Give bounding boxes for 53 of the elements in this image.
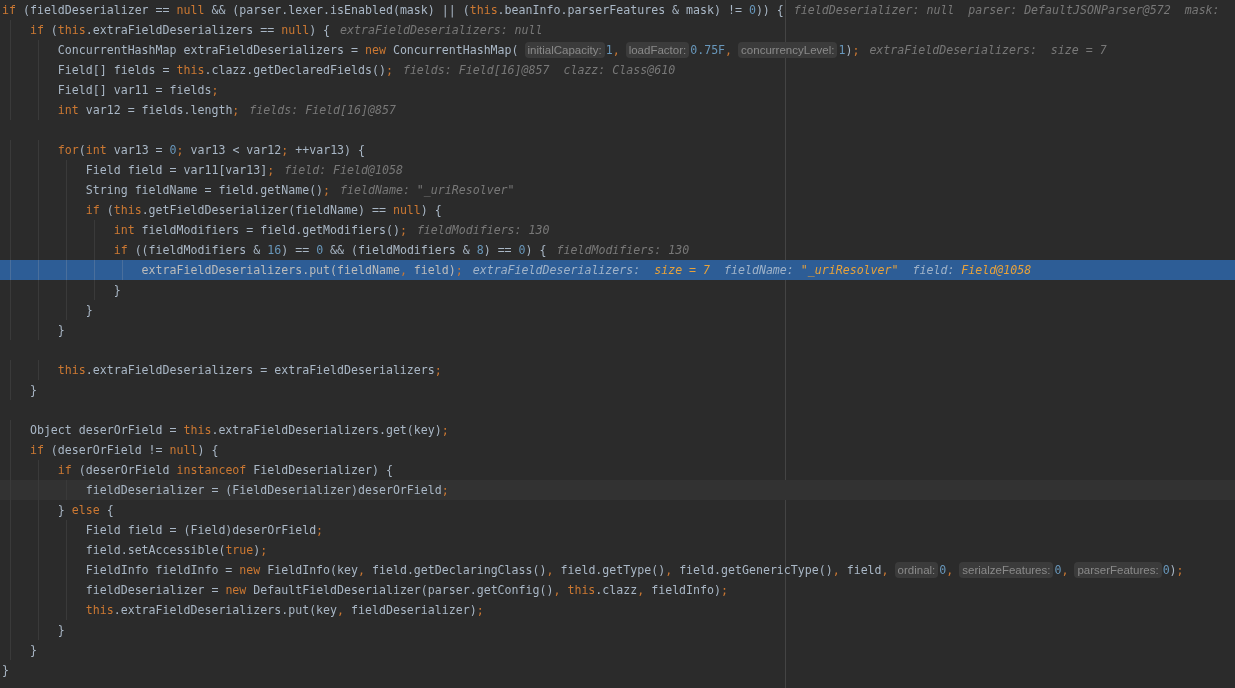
debug-value: field: Field@1058 bbox=[284, 162, 403, 179]
parameter-hint: parserFeatures: bbox=[1074, 562, 1162, 578]
code-text: Object deserOrField = this.extraFieldDeserializers.get(key); bbox=[29, 422, 449, 439]
code-text: fieldDeserializer = (FieldDeserializer)deserOrField; bbox=[85, 482, 449, 499]
code-text: fieldDeserializer = new DefaultFieldDeserializer(parser.getConfig(), this.clazz, fieldInfo); bbox=[85, 582, 728, 599]
debug-value: fieldModifiers: 130 bbox=[416, 222, 550, 239]
debug-value: fields: Field[16]@857 bbox=[249, 102, 396, 119]
debug-value: fieldDeserializer: null parser: DefaultJSONParser@572 mask: bbox=[793, 2, 1220, 19]
parameter-hint: loadFactor: bbox=[625, 42, 690, 58]
code-text: if (deserOrField != null) { bbox=[29, 442, 219, 459]
parameter-hint: concurrencyLevel: bbox=[738, 42, 838, 58]
code-text: if (fieldDeserializer == null && (parser.lexer.isEnabled(mask) || (this.beanInfo.parserFeatures & mask) != 0)) { bbox=[2, 2, 784, 20]
code-text: 0.75F, bbox=[690, 42, 733, 59]
code-text: } bbox=[57, 622, 65, 639]
code-text: field.setAccessible(true); bbox=[85, 542, 268, 559]
code-text: Field[] var11 = fields; bbox=[57, 82, 219, 99]
debug-value: fieldName: "_uriResolver" bbox=[340, 182, 515, 199]
parameter-hint: initialCapacity: bbox=[524, 42, 605, 58]
code-text: 1, bbox=[605, 42, 620, 59]
code-text: 0, bbox=[1054, 562, 1069, 579]
parameter-hint: serialzeFeatures: bbox=[959, 562, 1054, 578]
code-text: if (this.getFieldDeserializer(fieldName) == null) { bbox=[85, 202, 442, 219]
code-text: this.extraFieldDeserializers.put(key, fieldDeserializer); bbox=[85, 602, 484, 619]
code-text: this.extraFieldDeserializers = extraFieldDeserializers; bbox=[57, 362, 442, 379]
code-text: if (this.extraFieldDeserializers == null) { bbox=[29, 22, 331, 39]
code-text: } bbox=[113, 282, 121, 299]
code-text: for(int var13 = 0; var13 < var12; ++var13) { bbox=[57, 142, 366, 159]
code-text: 0, bbox=[939, 562, 954, 579]
code-text: String fieldName = field.getName(); bbox=[85, 182, 331, 199]
debug-value: extraFieldDeserializers: size = 7 bbox=[869, 42, 1107, 59]
code-text: } bbox=[29, 382, 37, 399]
code-text: FieldInfo fieldInfo = new FieldInfo(key, field.getDeclaringClass(), field.getType(), field.getGenericType(), field, bbox=[85, 562, 889, 579]
code-text: Field field = var11[var13]; bbox=[85, 162, 275, 179]
code-text: } bbox=[85, 302, 93, 319]
code-text: extraFieldDeserializers.put(fieldName, field); bbox=[141, 262, 463, 279]
code-text: Field[] fields = this.clazz.getDeclaredFields(); bbox=[57, 62, 393, 79]
debug-value: fieldModifiers: 130 bbox=[556, 242, 690, 259]
code-text: 0); bbox=[1162, 562, 1184, 579]
code-text: } bbox=[2, 662, 9, 679]
code-text: if (deserOrField instanceof FieldDeserializer) { bbox=[57, 462, 393, 479]
code-text: if ((fieldModifiers & 16) == 0 && (fieldModifiers & 8) == 0) { bbox=[113, 242, 547, 259]
code-text: 1); bbox=[838, 42, 860, 59]
code-text: } else { bbox=[57, 502, 114, 519]
parameter-hint: ordinal: bbox=[894, 562, 939, 578]
debug-value: extraFieldDeserializers: size = 7 fieldName: "_uriResolver" field: Field@1058 bbox=[472, 262, 1032, 279]
debug-value: extraFieldDeserializers: null bbox=[340, 22, 543, 39]
code-text: } bbox=[57, 322, 65, 339]
code-text: int var12 = fields.length; bbox=[57, 102, 240, 119]
code-text: int fieldModifiers = field.getModifiers(); bbox=[113, 222, 407, 239]
code-text: Field field = (Field)deserOrField; bbox=[85, 522, 324, 539]
debug-value: fields: Field[16]@857 clazz: Class@610 bbox=[402, 62, 676, 79]
code-text: } bbox=[29, 642, 37, 659]
code-text: ConcurrentHashMap extraFieldDeserializers = new ConcurrentHashMap( bbox=[57, 42, 519, 59]
